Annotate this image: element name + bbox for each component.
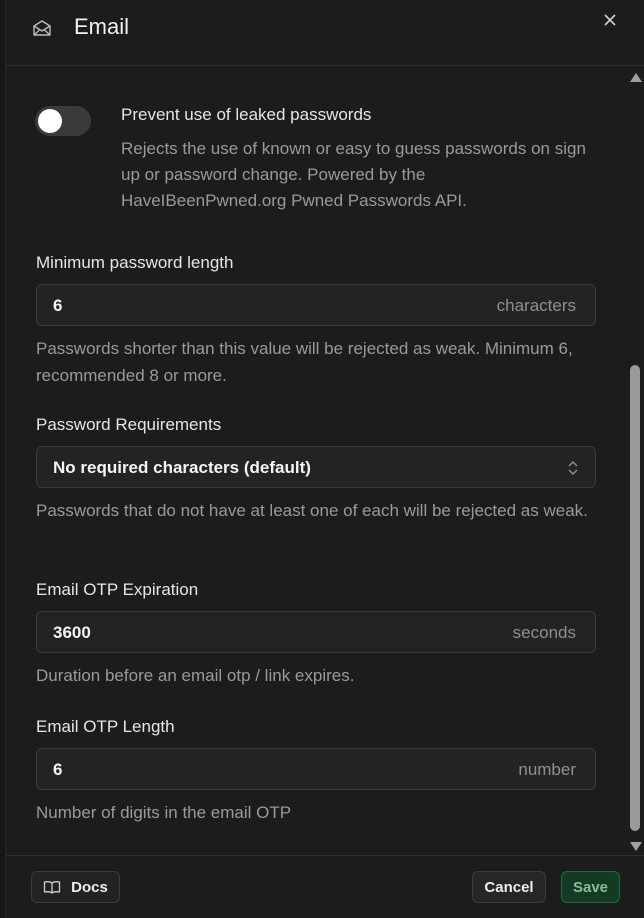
panel-header: Email [6,0,644,66]
leaked-passwords-toggle[interactable] [35,106,91,136]
min-password-length-value: 6 [53,296,63,315]
docs-label: Docs [71,878,108,896]
password-requirements-select[interactable]: No required characters (default) [36,446,596,488]
scroll-down-arrow[interactable] [630,842,642,851]
docs-button[interactable]: Docs [31,871,120,903]
email-otp-length-label: Email OTP Length [36,717,175,736]
mail-open-icon [33,20,51,36]
email-otp-expiration-unit: seconds [512,623,576,642]
email-otp-expiration-help: Duration before an email otp / link expi… [36,666,355,685]
email-otp-expiration-label: Email OTP Expiration [36,580,199,599]
panel-title: Email [74,14,130,39]
min-password-length-input[interactable]: 6 characters [36,284,596,326]
email-otp-length-unit: number [518,760,576,779]
email-otp-length-value: 6 [53,760,63,779]
close-icon [604,14,616,26]
email-otp-length-help: Number of digits in the email OTP [36,803,292,822]
min-password-length-unit: characters [496,296,576,315]
settings-content: Prevent use of leaked passwords Rejects … [6,66,624,855]
scroll-up-arrow[interactable] [630,73,642,82]
email-otp-expiration-input[interactable]: 3600 seconds [36,611,596,653]
cancel-button[interactable]: Cancel [472,871,546,903]
email-otp-expiration-value: 3600 [53,623,91,642]
min-password-length-label: Minimum password length [36,253,234,272]
scroll-thumb[interactable] [630,365,640,831]
password-requirements-selected: No required characters (default) [53,458,311,477]
scrollbar[interactable] [626,67,644,855]
chevron-up-down-icon [568,460,578,476]
toggle-knob [38,109,62,133]
close-button[interactable] [600,10,620,30]
panel-footer: Docs Cancel Save [6,855,644,918]
password-requirements-label: Password Requirements [36,415,222,434]
password-requirements-help: Passwords that do not have at least one … [36,501,588,520]
save-button[interactable]: Save [561,871,620,903]
email-otp-length-input[interactable]: 6 number [36,748,596,790]
leaked-passwords-description: Rejects the use of known or easy to gues… [121,139,586,210]
min-password-length-help: Passwords shorter than this value will b… [36,339,573,385]
leaked-passwords-title: Prevent use of leaked passwords [121,105,372,124]
book-open-icon [44,881,61,894]
